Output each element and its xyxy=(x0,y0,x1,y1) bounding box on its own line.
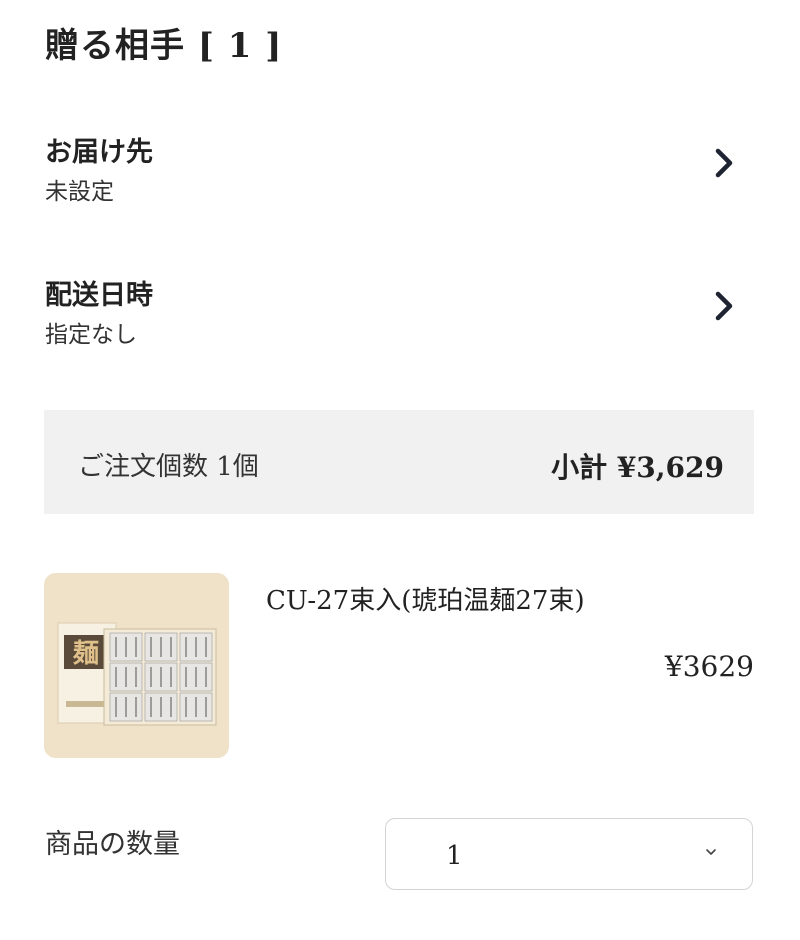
delivery-date-label: 配送日時 xyxy=(45,280,153,311)
delivery-address-row[interactable]: お届け先 未設定 xyxy=(45,130,745,220)
quantity-select[interactable]: 1 xyxy=(385,818,753,890)
product-price: ¥3629 xyxy=(664,650,754,683)
product-image: 麺 xyxy=(44,573,229,758)
page-title: 贈る相手 [ 1 ] xyxy=(45,26,283,66)
product-image-label: 麺 xyxy=(72,639,99,669)
delivery-date-value: 指定なし xyxy=(45,322,137,348)
chevron-down-icon xyxy=(706,849,716,855)
chevron-right-icon xyxy=(715,291,733,321)
delivery-address-label: お届け先 xyxy=(45,137,153,168)
delivery-address-value: 未設定 xyxy=(45,179,114,205)
quantity-label: 商品の数量 xyxy=(45,829,180,860)
chevron-right-icon xyxy=(715,148,733,178)
subtotal: 小計 ¥3,629 xyxy=(551,451,724,484)
order-summary-bar: ご注文個数 1個 小計 ¥3,629 xyxy=(44,410,754,514)
delivery-date-row[interactable]: 配送日時 指定なし xyxy=(45,273,745,363)
quantity-select-value: 1 xyxy=(446,841,463,871)
order-count: ご注文個数 1個 xyxy=(78,452,259,482)
product-name: CU-27束入(琥珀温麺27束) xyxy=(266,586,585,616)
